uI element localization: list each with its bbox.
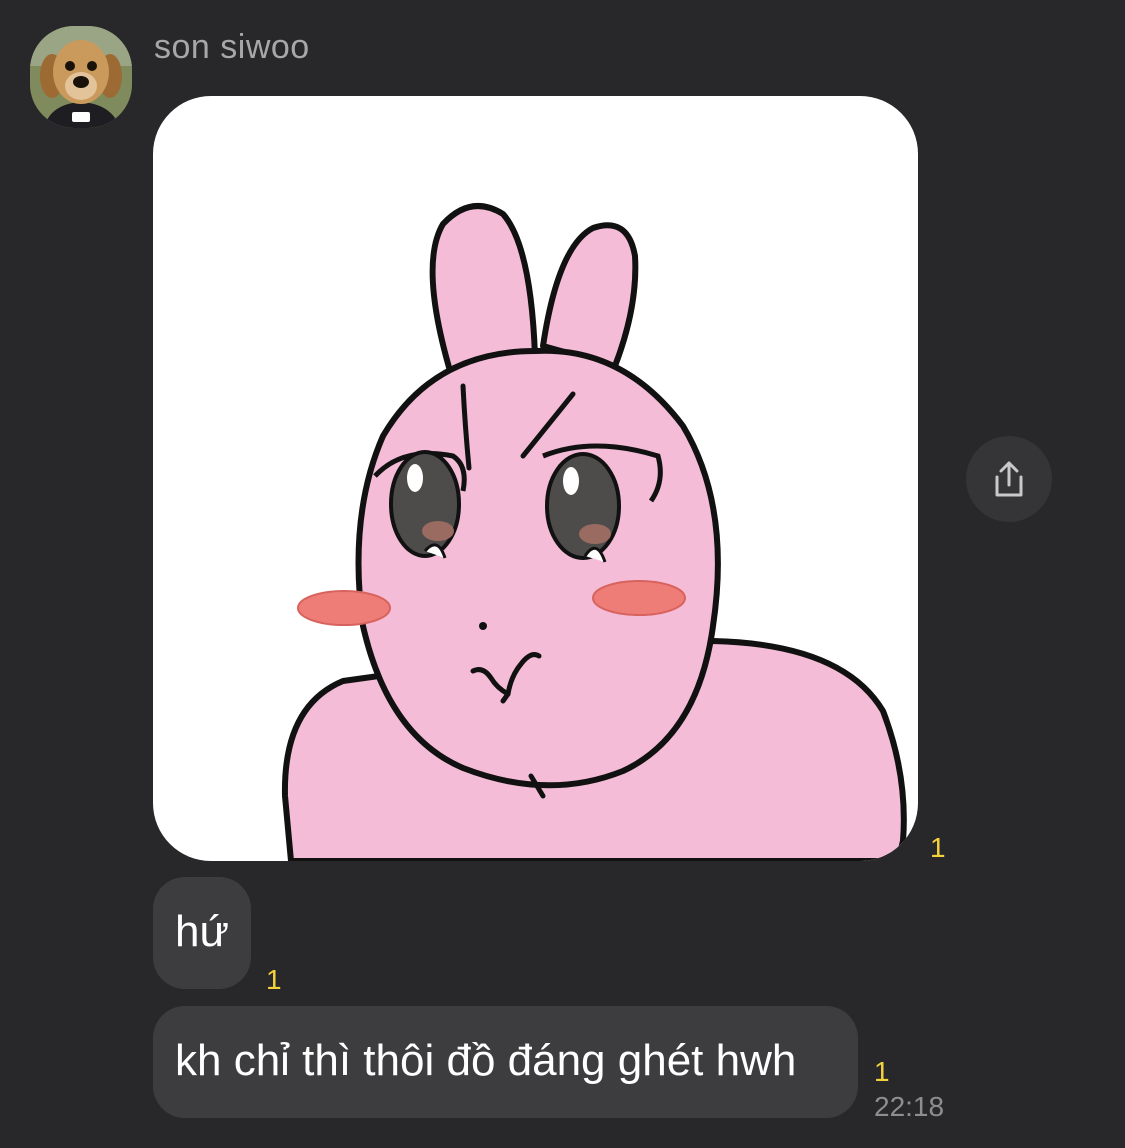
message-bubble[interactable]: kh chỉ thì thôi đồ đáng ghét hwh <box>153 1006 858 1118</box>
sender-avatar[interactable] <box>30 26 132 128</box>
sticker-message[interactable] <box>153 96 918 861</box>
unread-count: 1 <box>874 1056 890 1087</box>
share-icon <box>995 461 1023 497</box>
message-timestamp: 22:18 <box>874 1091 945 1122</box>
puppy-avatar-icon <box>30 26 132 128</box>
pink-bunny-sticker-icon <box>281 203 907 861</box>
unread-count: 1 <box>930 832 946 863</box>
message-text: hứ <box>175 907 229 956</box>
message-bubble[interactable]: hứ <box>153 877 251 989</box>
message-text: kh chỉ thì thôi đồ đáng ghét hwh <box>175 1036 797 1085</box>
unread-count: 1 <box>266 964 282 995</box>
sender-name: son siwoo <box>154 28 310 66</box>
share-button[interactable] <box>966 436 1052 522</box>
